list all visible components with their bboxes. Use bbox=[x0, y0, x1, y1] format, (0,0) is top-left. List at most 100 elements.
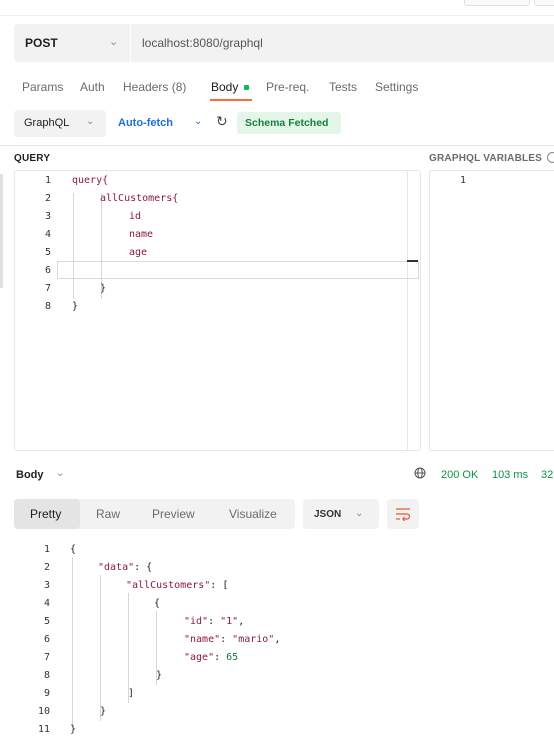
json-line: "allCustomers": [ bbox=[126, 580, 228, 591]
view-tab-raw[interactable]: Raw bbox=[96, 507, 120, 521]
url-text: localhost:8080/graphql bbox=[142, 36, 263, 50]
response-view-tabs: Pretty Raw Preview Visualize bbox=[14, 499, 295, 529]
status-code[interactable]: 200 OK bbox=[441, 469, 478, 481]
body-type-label: GraphQL bbox=[24, 117, 70, 129]
code-line: } bbox=[72, 301, 79, 312]
json-punct: : bbox=[208, 616, 221, 627]
schema-status-badge: Schema Fetched bbox=[237, 112, 341, 134]
response-size[interactable]: 32 bbox=[541, 469, 553, 481]
line-number: 1 bbox=[459, 175, 466, 186]
line-number: 9 bbox=[43, 688, 50, 699]
format-label: JSON bbox=[314, 509, 342, 520]
chevron-down-icon: ⌄ bbox=[109, 36, 119, 48]
variables-editor[interactable]: 1 bbox=[429, 170, 554, 451]
indent-guide bbox=[73, 193, 74, 299]
json-key: "data" bbox=[98, 562, 135, 573]
indent-guide bbox=[72, 557, 73, 727]
body-type-select[interactable]: GraphQL ⌄ bbox=[14, 110, 106, 137]
chevron-down-icon[interactable]: ⌄ bbox=[194, 116, 202, 127]
tab-auth[interactable]: Auth bbox=[80, 80, 105, 94]
view-tab-pretty[interactable]: Pretty bbox=[30, 507, 61, 521]
json-line: { bbox=[70, 544, 77, 555]
json-line: "id": "1", bbox=[184, 616, 244, 627]
json-line: "age": 65 bbox=[184, 652, 238, 663]
json-punct: : [ bbox=[210, 580, 229, 591]
view-tab-visualize[interactable]: Visualize bbox=[229, 507, 277, 521]
selection-marker bbox=[0, 174, 3, 288]
json-punct: , bbox=[238, 616, 245, 627]
top-button[interactable] bbox=[464, 0, 530, 6]
line-number: 6 bbox=[43, 634, 50, 645]
json-line: "data": { bbox=[98, 562, 152, 573]
tab-tests[interactable]: Tests bbox=[329, 80, 357, 94]
active-tab-underline bbox=[210, 99, 252, 101]
line-number: 1 bbox=[43, 544, 50, 555]
info-icon[interactable] bbox=[547, 152, 554, 163]
line-number: 7 bbox=[44, 283, 51, 294]
tab-prereq[interactable]: Pre-req. bbox=[266, 80, 309, 94]
line-number: 4 bbox=[43, 598, 50, 609]
method-label: POST bbox=[25, 36, 58, 50]
tab-body[interactable]: Body bbox=[211, 80, 238, 94]
line-number: 5 bbox=[43, 616, 50, 627]
json-string: "mario" bbox=[232, 634, 275, 645]
tab-params[interactable]: Params bbox=[22, 80, 63, 94]
tab-settings[interactable]: Settings bbox=[375, 80, 418, 94]
line-number: 3 bbox=[43, 580, 50, 591]
code-line: age bbox=[129, 247, 148, 258]
tab-headers[interactable]: Headers (8) bbox=[123, 80, 186, 94]
indent-guide bbox=[100, 575, 101, 721]
line-number: 4 bbox=[44, 229, 51, 240]
json-string: "1" bbox=[220, 616, 239, 627]
line-number: 3 bbox=[44, 211, 51, 222]
view-tab-preview[interactable]: Preview bbox=[152, 507, 195, 521]
json-key: "id" bbox=[184, 616, 209, 627]
code-line: id bbox=[129, 211, 142, 222]
line-number: 2 bbox=[44, 193, 51, 204]
format-select[interactable]: JSON ⌄ bbox=[303, 499, 379, 529]
json-line: "name": "mario", bbox=[184, 634, 280, 645]
response-time[interactable]: 103 ms bbox=[492, 469, 528, 481]
line-number: 1 bbox=[44, 175, 51, 186]
line-number: 11 bbox=[37, 724, 50, 735]
json-punct: : bbox=[214, 652, 227, 663]
line-number: 10 bbox=[37, 706, 50, 717]
query-editor[interactable]: 1 2 3 4 5 6 7 8 query{ allCustomers{ id … bbox=[14, 170, 421, 451]
chevron-down-icon[interactable]: ⌄ bbox=[56, 468, 64, 479]
editor-divider bbox=[407, 171, 408, 450]
json-number: 65 bbox=[226, 652, 239, 663]
code-line: allCustomers{ bbox=[100, 193, 179, 204]
refresh-icon[interactable]: ↻ bbox=[216, 113, 228, 130]
response-body-label[interactable]: Body bbox=[16, 469, 44, 481]
section-divider bbox=[0, 145, 554, 146]
chevron-down-icon: ⌄ bbox=[86, 116, 95, 127]
wrap-lines-button[interactable] bbox=[387, 499, 419, 529]
globe-icon[interactable] bbox=[414, 467, 426, 479]
active-line-highlight bbox=[57, 261, 419, 279]
query-title: QUERY bbox=[14, 153, 51, 164]
wrap-icon bbox=[396, 508, 411, 521]
variables-title: GRAPHQL VARIABLES bbox=[429, 153, 543, 164]
json-line: { bbox=[154, 598, 161, 609]
json-line: } bbox=[100, 706, 107, 717]
json-key: "age" bbox=[184, 652, 215, 663]
code-line: } bbox=[100, 283, 107, 294]
chevron-down-icon: ⌄ bbox=[355, 508, 364, 519]
schema-status-label: Schema Fetched bbox=[245, 117, 329, 129]
line-number: 7 bbox=[43, 652, 50, 663]
line-number: 8 bbox=[43, 670, 50, 681]
json-punct: : bbox=[220, 634, 233, 645]
json-line: } bbox=[70, 724, 77, 735]
top-button-secondary[interactable] bbox=[534, 0, 554, 6]
line-number: 8 bbox=[44, 301, 51, 312]
auto-fetch-button[interactable]: Auto-fetch bbox=[118, 117, 173, 129]
code-line: query{ bbox=[72, 175, 109, 186]
code-line: name bbox=[129, 229, 154, 240]
json-line: } bbox=[156, 670, 163, 681]
indent-guide bbox=[128, 593, 129, 703]
json-line: ] bbox=[128, 688, 135, 699]
method-select[interactable]: POST ⌄ bbox=[14, 24, 130, 62]
json-punct: : { bbox=[134, 562, 153, 573]
url-input[interactable]: localhost:8080/graphql bbox=[131, 24, 554, 62]
response-body[interactable]: 1 2 3 4 5 6 7 8 9 10 11 { "data": { "all… bbox=[0, 541, 554, 741]
